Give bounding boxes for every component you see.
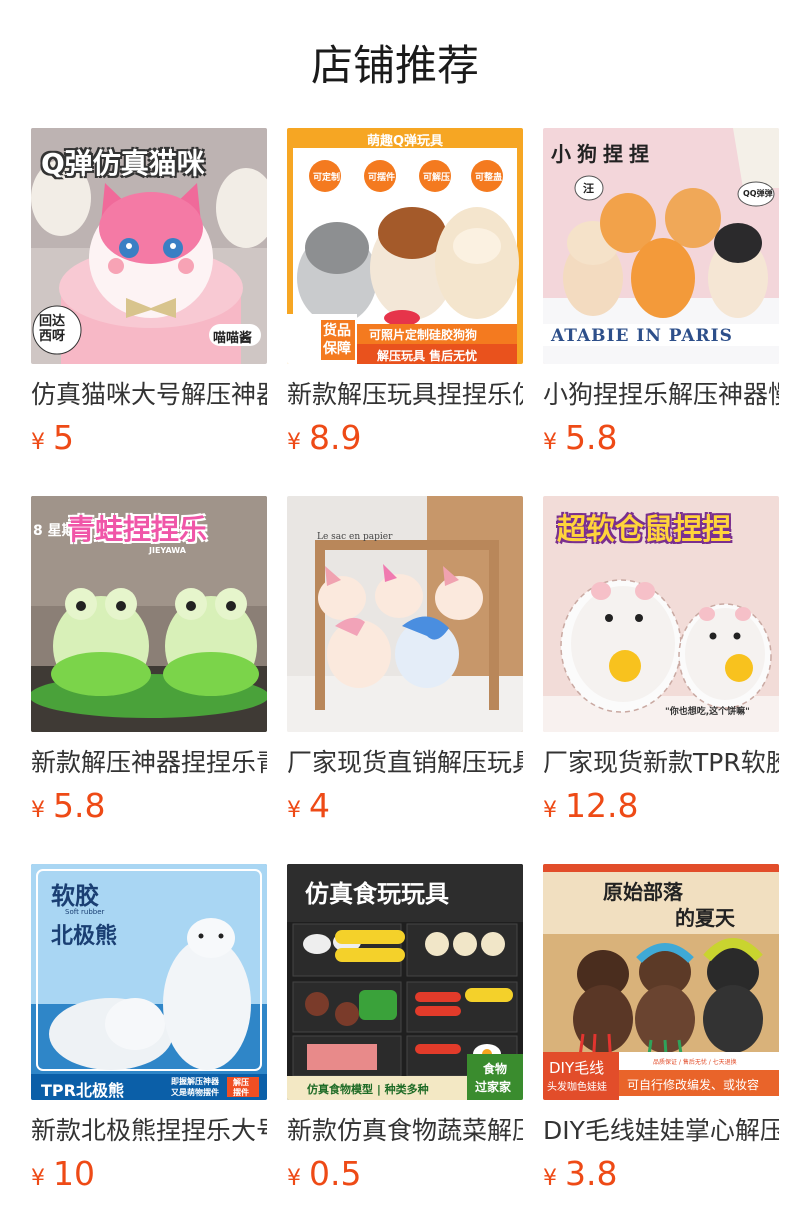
product-price: ¥3.8: [543, 1154, 779, 1194]
image-badge-right: 喵喵酱: [213, 331, 253, 346]
image-caption: "你也想吃,这个饼嘛": [665, 707, 750, 717]
product-image[interactable]: 仿真食玩玩具 仿真食物模型 | 种类多种 食物 过家家: [287, 864, 523, 1100]
product-card[interactable]: Le sac en papier 厂家现货直销解压玩具猫咪 ¥4: [287, 496, 523, 826]
image-banner-tag2: 摆件: [233, 1088, 249, 1097]
image-title: 青蛙捏捏乐: [67, 513, 208, 546]
product-price: ¥10: [31, 1154, 267, 1194]
product-card[interactable]: 软胶 Soft rubber 北极熊 TPR北极熊 即握解压神器 又是萌物摆件 …: [31, 864, 267, 1194]
price-amount: 5.8: [565, 418, 618, 457]
image-title-line2: 的夏天: [675, 906, 735, 930]
price-amount: 8.9: [309, 418, 362, 457]
currency-symbol: ¥: [543, 1166, 557, 1191]
currency-symbol: ¥: [543, 798, 557, 823]
product-name[interactable]: 新款解压玩具捏捏乐仿真狗狗: [287, 378, 523, 412]
image-tag: 可摆件: [368, 173, 396, 183]
image-sign: Le sac en papier: [317, 532, 393, 542]
image-title: 小狗捏捏: [551, 142, 655, 166]
image-banner-bottom: 解压玩具 售后无忧: [377, 349, 478, 363]
image-corner-line1: 食物: [483, 1062, 508, 1076]
product-price: ¥5: [31, 418, 267, 458]
image-title: 仿真食玩玩具: [305, 879, 449, 908]
image-banner-right: 可自行修改编发、或妆容: [627, 1078, 760, 1092]
product-name[interactable]: DIY毛线娃娃掌心解压玩具: [543, 1114, 779, 1148]
product-price: ¥8.9: [287, 418, 523, 458]
product-image[interactable]: 原始部落 的夏天 DIY毛线 头发咖色娃娃 可自行修改编发、或妆容 品质保证 /…: [543, 864, 779, 1100]
currency-symbol: ¥: [287, 798, 301, 823]
image-book-text: ATABIE IN PARIS: [551, 326, 733, 346]
image-banner-mid2: 又是萌物摆件: [171, 1088, 219, 1097]
product-card[interactable]: 超软仓鼠捏捏 "你也想吃,这个饼嘛" 厂家现货新款TPR软胶仓鼠 ¥12.8: [543, 496, 779, 826]
image-banner-mid1: 即握解压神器: [171, 1077, 219, 1086]
product-price: ¥0.5: [287, 1154, 523, 1194]
image-title: 萌趣Q弹玩具: [366, 134, 444, 149]
product-price: ¥4: [287, 786, 523, 826]
product-name[interactable]: 新款北极熊捏捏乐大号解压: [31, 1114, 267, 1148]
product-card[interactable]: Q弹仿真猫咪 回达西呀 喵喵酱 仿真猫咪大号解压神器 ¥5: [31, 128, 267, 458]
product-card[interactable]: 小狗捏捏 QQ弹弹 汪 ATABIE IN PARIS 小狗捏捏乐解压神器慢回弹…: [543, 128, 779, 458]
image-title-line1: 软胶: [51, 882, 99, 910]
currency-symbol: ¥: [31, 1166, 45, 1191]
product-image[interactable]: Le sac en papier: [287, 496, 523, 732]
image-tag: 可解压: [423, 173, 451, 183]
image-bubble-2: 汪: [583, 182, 594, 195]
product-name[interactable]: 厂家现货新款TPR软胶仓鼠: [543, 746, 779, 780]
price-amount: 3.8: [565, 1154, 618, 1193]
product-card[interactable]: 8 星期二 青蛙捏捏乐 JIEYAWA 新款解压神器捏捏乐青蛙 ¥5.8: [31, 496, 267, 826]
image-banner-small: 品质保证 / 售后无忧 / 七天退换: [653, 1059, 737, 1066]
product-price: ¥12.8: [543, 786, 779, 826]
currency-symbol: ¥: [31, 430, 45, 455]
page-title: 店铺推荐: [310, 41, 479, 90]
currency-symbol: ¥: [287, 430, 301, 455]
image-badge-left: 货品保障: [323, 323, 351, 357]
product-name[interactable]: 新款仿真食物蔬菜解压玩具: [287, 1114, 523, 1148]
image-banner-left2: 头发咖色娃娃: [547, 1082, 607, 1093]
product-image[interactable]: 8 星期二 青蛙捏捏乐 JIEYAWA: [31, 496, 267, 732]
image-badge-left: 回达西呀: [39, 314, 66, 344]
image-corner-line2: 过家家: [475, 1080, 512, 1094]
image-subtitle: JIEYAWA: [149, 546, 186, 555]
price-amount: 12.8: [565, 786, 639, 825]
price-amount: 4: [309, 786, 330, 825]
currency-symbol: ¥: [31, 798, 45, 823]
image-title-line1: 原始部落: [603, 880, 683, 904]
image-banner: 仿真食物模型 | 种类多种: [307, 1083, 429, 1096]
image-banner: TPR北极熊: [41, 1081, 124, 1100]
product-name[interactable]: 厂家现货直销解压玩具猫咪: [287, 746, 523, 780]
product-price: ¥5.8: [543, 418, 779, 458]
image-bubble: QQ弹弹: [743, 189, 773, 198]
product-image[interactable]: 软胶 Soft rubber 北极熊 TPR北极熊 即握解压神器 又是萌物摆件 …: [31, 864, 267, 1100]
price-amount: 10: [53, 1154, 95, 1193]
product-name[interactable]: 小狗捏捏乐解压神器慢回弹: [543, 378, 779, 412]
price-amount: 5.8: [53, 786, 106, 825]
image-title-line2: 北极熊: [51, 924, 118, 949]
price-amount: 0.5: [309, 1154, 362, 1193]
product-name[interactable]: 仿真猫咪大号解压神器: [31, 378, 267, 412]
image-tag: 可定制: [313, 173, 341, 183]
product-image[interactable]: 萌趣Q弹玩具 可定制 可摆件 可解压 可整蛊 可照片定制硅胶狗狗 解压玩具 售后…: [287, 128, 523, 364]
image-tag: 可整蛊: [475, 173, 503, 183]
currency-symbol: ¥: [543, 430, 557, 455]
product-price: ¥5.8: [31, 786, 267, 826]
image-title-sub: Soft rubber: [65, 908, 105, 916]
product-card[interactable]: 原始部落 的夏天 DIY毛线 头发咖色娃娃 可自行修改编发、或妆容 品质保证 /…: [543, 864, 779, 1194]
image-title: 超软仓鼠捏捏: [557, 512, 732, 546]
product-image[interactable]: Q弹仿真猫咪 回达西呀 喵喵酱: [31, 128, 267, 364]
product-image[interactable]: 小狗捏捏 QQ弹弹 汪 ATABIE IN PARIS: [543, 128, 779, 364]
image-banner-left1: DIY毛线: [549, 1059, 605, 1077]
product-card[interactable]: 仿真食玩玩具 仿真食物模型 | 种类多种 食物 过家家 新款仿真食物蔬菜解压玩具…: [287, 864, 523, 1194]
product-image[interactable]: 超软仓鼠捏捏 "你也想吃,这个饼嘛": [543, 496, 779, 732]
image-title: Q弹仿真猫咪: [41, 147, 205, 180]
image-banner-top: 可照片定制硅胶狗狗: [369, 328, 478, 342]
currency-symbol: ¥: [287, 1166, 301, 1191]
product-name[interactable]: 新款解压神器捏捏乐青蛙: [31, 746, 267, 780]
price-amount: 5: [53, 418, 74, 457]
product-card[interactable]: 萌趣Q弹玩具 可定制 可摆件 可解压 可整蛊 可照片定制硅胶狗狗 解压玩具 售后…: [287, 128, 523, 458]
